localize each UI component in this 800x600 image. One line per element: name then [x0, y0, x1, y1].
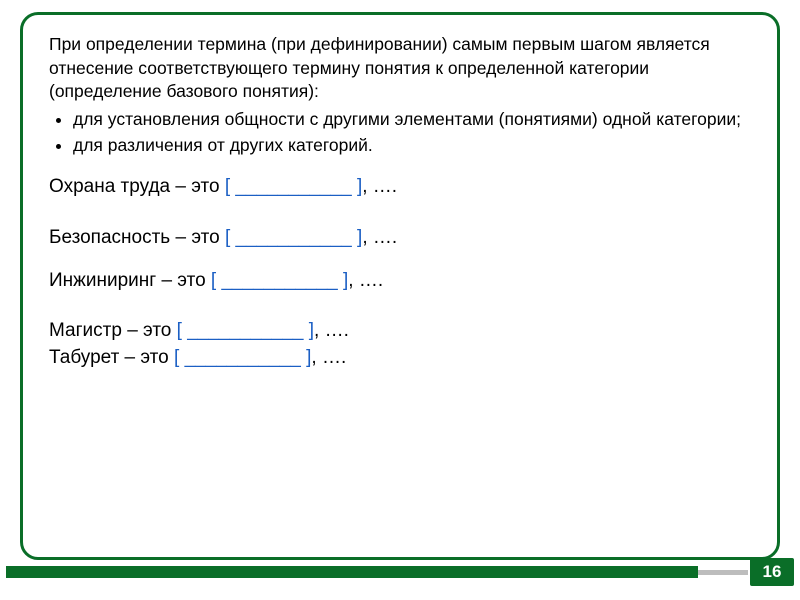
term-tail: , …. — [314, 320, 349, 341]
term-line-4: Магистр – это [ ___________ ], …. — [49, 319, 389, 344]
bullet-item: для различения от других категорий. — [73, 134, 751, 158]
term-label: Инжиниринг – это — [49, 270, 211, 291]
bullet-list: для установления общности с другими элем… — [49, 108, 751, 157]
blank-underline: ___________ — [235, 176, 351, 197]
blank-underline: ___________ — [236, 227, 352, 248]
term-line-3: Инжиниринг – это [ ___________ ], …. — [49, 269, 751, 294]
term-tail: , …. — [362, 176, 397, 197]
intro-paragraph: При определении термина (при дефинирован… — [49, 33, 751, 104]
footer-bar — [0, 566, 800, 578]
term-line-2: Безопасность – это [ ___________ ], …. — [49, 226, 751, 251]
term-line-5: Табурет – это [ ___________ ], …. — [49, 346, 389, 371]
blank-underline: ___________ — [187, 320, 303, 341]
term-tail: , …. — [311, 347, 346, 368]
blank-underline: ___________ — [221, 270, 337, 291]
blank-underline: ___________ — [185, 347, 301, 368]
term-label: Магистр – это — [49, 320, 177, 341]
footer-bar-green — [6, 566, 698, 578]
bullet-item: для установления общности с другими элем… — [73, 108, 751, 132]
content-frame: При определении термина (при дефинирован… — [20, 12, 780, 560]
term-tail: , …. — [362, 227, 397, 248]
term-label: Охрана труда – это — [49, 176, 225, 197]
page-number: 16 — [750, 558, 794, 586]
term-line-1: Охрана труда – это [ ___________ ], …. — [49, 175, 751, 200]
term-label: Безопасность – это — [49, 227, 225, 248]
term-tail: , …. — [348, 270, 383, 291]
term-label: Табурет – это — [49, 347, 174, 368]
slide: При определении термина (при дефинирован… — [0, 0, 800, 600]
